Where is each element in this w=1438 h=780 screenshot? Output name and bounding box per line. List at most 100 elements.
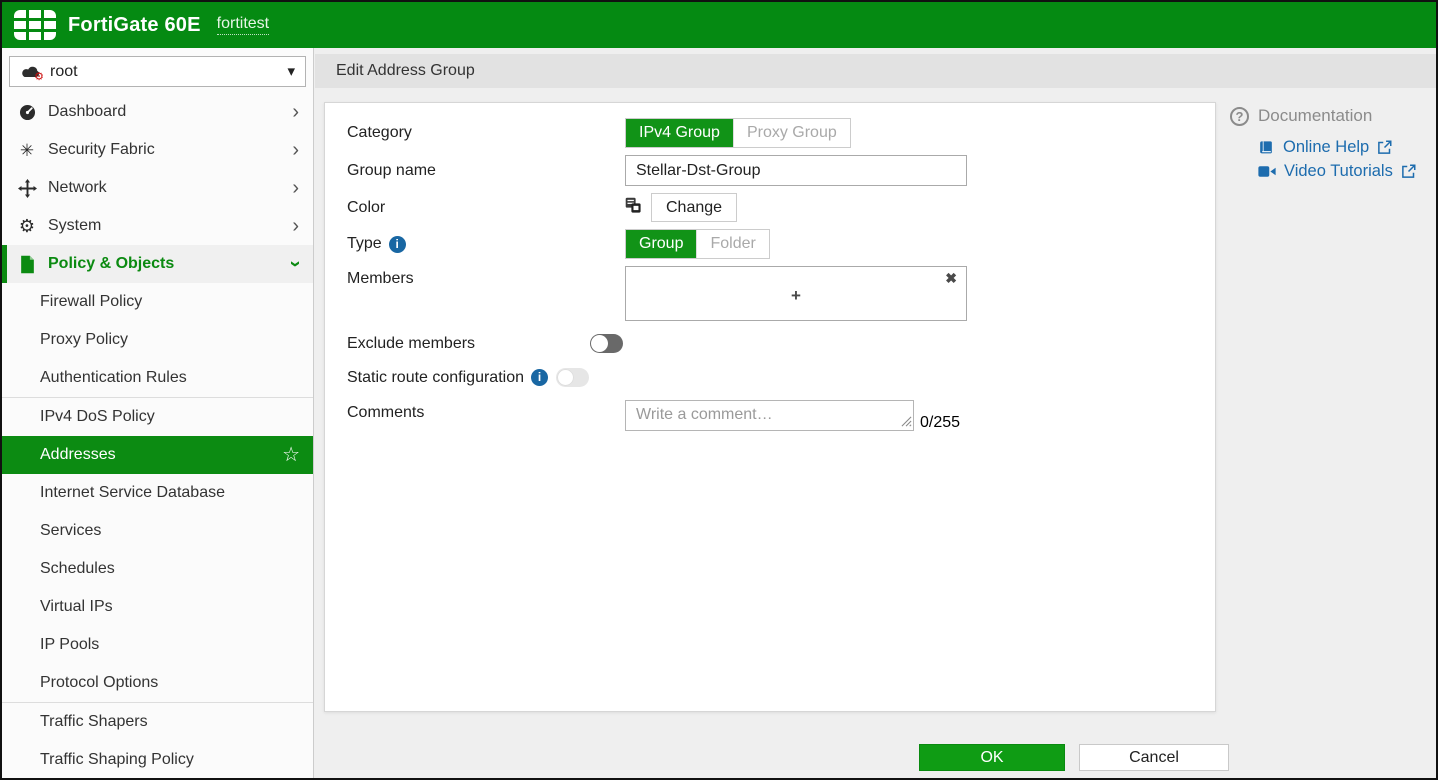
sidebar-item-ipv4-dos-policy[interactable]: IPv4 DoS Policy	[2, 398, 313, 436]
sidebar-subitem-label: Proxy Policy	[40, 331, 128, 349]
members-row: Members	[325, 266, 1215, 321]
chevron-down-icon	[292, 254, 299, 274]
static-route-row: Static route configuration	[325, 368, 1215, 387]
info-icon[interactable]	[531, 369, 548, 386]
sidebar-subitem-label: Addresses	[40, 446, 116, 464]
sidebar-item-internet-service-database[interactable]: Internet Service Database	[2, 474, 313, 512]
security-fabric-icon	[15, 142, 39, 159]
clear-members-icon[interactable]	[945, 271, 957, 285]
sidebar-item-security-fabric[interactable]: Security Fabric	[2, 131, 313, 169]
gauge-icon	[15, 103, 39, 122]
ok-button[interactable]: OK	[919, 744, 1065, 771]
comments-input[interactable]	[625, 400, 914, 431]
sidebar-subitem-label: IPv4 DoS Policy	[40, 408, 155, 426]
sidebar-subitem-label: IP Pools	[40, 636, 99, 654]
color-label: Color	[325, 199, 625, 217]
edit-address-group-panel: Category IPv4 Group Proxy Group Group na…	[324, 102, 1216, 712]
sidebar-subitem-label: Firewall Policy	[40, 293, 142, 311]
online-help-link[interactable]: Online Help	[1258, 138, 1438, 157]
static-route-toggle[interactable]	[556, 368, 589, 387]
policy-page-icon	[15, 255, 39, 274]
type-label-text: Type	[347, 235, 382, 253]
color-swatch-icon	[625, 197, 642, 219]
type-option-folder[interactable]: Folder	[696, 230, 768, 258]
sidebar: root Dashboard Security Fabric Network	[2, 48, 314, 778]
chevron-right-icon	[292, 102, 299, 122]
external-link-icon	[1377, 140, 1392, 155]
star-icon[interactable]	[282, 445, 300, 465]
online-help-label: Online Help	[1283, 138, 1369, 157]
hostname-link[interactable]: fortitest	[217, 15, 269, 35]
sidebar-item-addresses[interactable]: Addresses	[2, 436, 313, 474]
comments-label: Comments	[325, 404, 625, 422]
group-name-row: Group name	[325, 155, 1215, 186]
video-tutorials-link[interactable]: Video Tutorials	[1258, 162, 1438, 181]
sidebar-item-protocol-options[interactable]: Protocol Options	[2, 664, 313, 702]
product-name: FortiGate 60E	[68, 14, 201, 37]
vdom-cloud-icon	[20, 64, 42, 80]
sidebar-subitem-label: Authentication Rules	[40, 369, 187, 387]
comments-row: Comments 0/255	[325, 400, 1215, 436]
gear-icon	[15, 217, 39, 235]
sidebar-item-label: Security Fabric	[48, 141, 155, 159]
video-camera-icon	[1258, 164, 1276, 179]
documentation-header: Documentation	[1230, 106, 1438, 126]
sidebar-item-dashboard[interactable]: Dashboard	[2, 93, 313, 131]
chevron-right-icon	[292, 216, 299, 236]
category-option-ipv4-group[interactable]: IPv4 Group	[626, 119, 733, 147]
sidebar-item-policy-objects[interactable]: Policy & Objects	[2, 245, 313, 283]
main-area: Edit Address Group Category IPv4 Group P…	[315, 48, 1436, 778]
fortigate-window: FortiGate 60E fortitest root Dashboard S…	[0, 0, 1438, 780]
sidebar-subitem-label: Schedules	[40, 560, 115, 578]
sidebar-item-system[interactable]: System	[2, 207, 313, 245]
category-option-proxy-group[interactable]: Proxy Group	[733, 119, 850, 147]
sidebar-subitem-label: Virtual IPs	[40, 598, 113, 616]
sidebar-item-authentication-rules[interactable]: Authentication Rules	[2, 359, 313, 397]
sidebar-item-network[interactable]: Network	[2, 169, 313, 207]
cancel-button[interactable]: Cancel	[1079, 744, 1229, 771]
sidebar-subitem-label: Services	[40, 522, 101, 540]
group-name-input[interactable]	[625, 155, 967, 186]
content-area: Category IPv4 Group Proxy Group Group na…	[315, 88, 1436, 778]
type-option-group[interactable]: Group	[626, 230, 696, 258]
book-icon	[1258, 140, 1275, 156]
sidebar-item-services[interactable]: Services	[2, 512, 313, 550]
sidebar-item-virtual-ips[interactable]: Virtual IPs	[2, 588, 313, 626]
sidebar-item-ip-pools[interactable]: IP Pools	[2, 626, 313, 664]
question-circle-icon	[1230, 107, 1249, 126]
category-segmented-control: IPv4 Group Proxy Group	[625, 118, 851, 148]
type-label: Type	[325, 235, 625, 253]
sidebar-subitem-label: Protocol Options	[40, 674, 158, 692]
network-move-icon	[15, 179, 39, 198]
topbar: FortiGate 60E fortitest	[2, 2, 1436, 48]
exclude-members-toggle[interactable]	[590, 334, 623, 353]
sidebar-nav: Dashboard Security Fabric Network System	[2, 93, 313, 778]
chevron-right-icon	[292, 140, 299, 160]
chevron-right-icon	[292, 178, 299, 198]
sidebar-item-label: Dashboard	[48, 103, 126, 121]
comments-char-counter: 0/255	[920, 414, 960, 432]
sidebar-item-proxy-policy[interactable]: Proxy Policy	[2, 321, 313, 359]
exclude-members-row: Exclude members	[325, 334, 1215, 353]
add-member-button[interactable]	[791, 287, 801, 304]
external-link-icon	[1401, 164, 1416, 179]
type-segmented-control: Group Folder	[625, 229, 770, 259]
sidebar-item-traffic-shapers[interactable]: Traffic Shapers	[2, 703, 313, 741]
change-color-button[interactable]: Change	[651, 193, 737, 222]
exclude-members-label: Exclude members	[325, 335, 625, 353]
group-name-label: Group name	[325, 162, 625, 180]
sidebar-item-label: Policy & Objects	[48, 255, 174, 273]
video-tutorials-label: Video Tutorials	[1284, 162, 1393, 181]
fortinet-logo-icon	[14, 10, 56, 40]
info-icon[interactable]	[389, 236, 406, 253]
sidebar-item-schedules[interactable]: Schedules	[2, 550, 313, 588]
sidebar-item-traffic-shaping-policy[interactable]: Traffic Shaping Policy	[2, 741, 313, 778]
vdom-selector[interactable]: root	[9, 56, 306, 87]
members-box[interactable]	[625, 266, 967, 321]
sidebar-item-label: Network	[48, 179, 107, 197]
color-row: Color Change	[325, 193, 1215, 222]
sidebar-subitem-label: Internet Service Database	[40, 484, 225, 502]
sidebar-item-firewall-policy[interactable]: Firewall Policy	[2, 283, 313, 321]
sidebar-subitem-label: Traffic Shapers	[40, 713, 148, 731]
static-route-label-text: Static route configuration	[347, 369, 524, 387]
